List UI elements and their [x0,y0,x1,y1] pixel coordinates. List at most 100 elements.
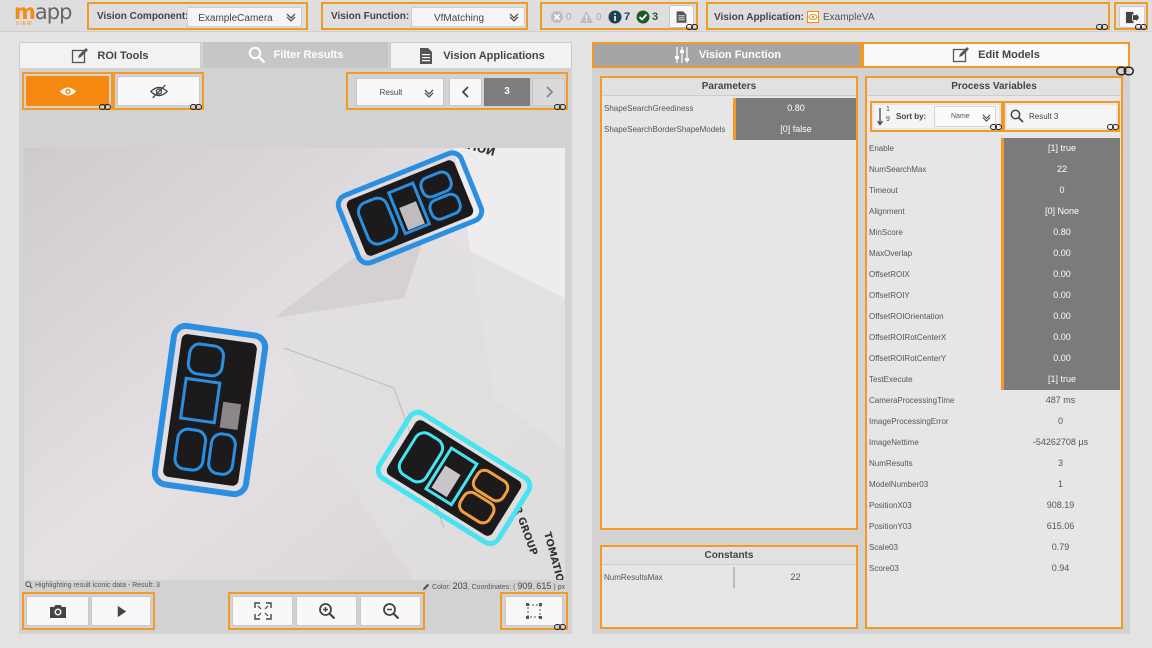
process-variable-name: ImageProcessingError [869,417,949,426]
result-index: 3 [484,78,530,106]
warning-icon[interactable] [579,10,594,24]
process-variable-row: Scale03 0.79 [867,537,1121,558]
process-variable-value[interactable]: 0.00 [1001,348,1120,369]
process-variable-value[interactable]: [1] true [1001,369,1120,390]
selection-icon [526,603,542,619]
process-variable-row: ModelNumber03 1 [867,474,1121,495]
parameter-value[interactable]: 0.80 [733,98,856,119]
filter-value: Result 3 [1029,112,1059,121]
vision-component-value: ExampleCamera [198,13,273,24]
camera-image-view[interactable]: NOITAMOTION R GROUP TOMATION [24,148,565,580]
vision-application-value[interactable]: ExampleVA [823,12,875,23]
vision-component-select[interactable]: ExampleCamera [187,7,302,27]
sort-select[interactable]: Name [934,106,996,127]
logout-group [1114,2,1148,30]
document-icon [676,10,687,23]
result-select[interactable]: Result [356,78,444,106]
error-icon[interactable] [550,10,564,24]
process-variable-value[interactable]: 0 [1001,180,1120,201]
process-variable-name: Scale03 [869,543,898,552]
process-variable-value[interactable]: [1] true [1001,138,1120,159]
process-variable-value: 487 ms [1045,395,1076,405]
process-variable-row: PositionX03 908.19 [867,495,1121,516]
parameter-name: ShapeSearchBorderShapeModels [604,125,726,134]
process-variable-name: PositionY03 [869,522,912,531]
tab-vision-applications[interactable]: Vision Applications [390,42,572,68]
warning-count: 0 [596,12,602,23]
process-variable-value[interactable]: 0.00 [1001,243,1120,264]
link-icon [1096,24,1108,30]
play-icon [117,605,126,617]
result-nav-group: Result 3 [346,72,568,110]
chevron-down-icon [286,13,296,22]
tab-roi-tools[interactable]: ROI Tools [19,42,201,68]
roi-select-button[interactable] [505,596,563,626]
next-result-button[interactable] [532,78,565,106]
tab-filter-results[interactable]: Filter Results [203,42,388,68]
process-variable-value[interactable]: 0.00 [1001,264,1120,285]
info-count: 7 [624,11,631,23]
process-variable-value: 0.79 [1051,542,1070,552]
process-variable-value: 3 [1057,458,1063,468]
link-icon [1107,124,1119,130]
process-variable-name: TestExecute [869,375,913,384]
vision-function-select[interactable]: VfMatching [411,7,525,27]
search-icon [248,46,266,64]
process-variable-row: OffsetROIX 0.00 [867,264,1121,285]
process-variable-row: TestExecute [1] true [867,369,1121,390]
vision-function-group: Vision Function: VfMatching [321,2,528,30]
status-group: 0 0 7 3 [540,2,698,30]
camera-image[interactable]: NOITAMOTION R GROUP TOMATION [24,148,565,580]
vision-function-value: VfMatching [433,13,485,24]
process-variable-row: OffsetROIRotCenterY 0.00 [867,348,1121,369]
chevron-right-icon [545,86,553,98]
tab-edit-models[interactable]: Edit Models [862,42,1134,76]
parameter-name: ShapeSearchGreediness [604,104,694,113]
search-icon [1010,109,1024,123]
vision-application-group: Vision Application: ExampleVA [706,2,1110,30]
process-variable-value[interactable]: [0] None [1001,201,1120,222]
fit-screen-icon [253,602,272,620]
chevron-left-icon [461,86,469,98]
process-variable-value[interactable]: 22 [1001,159,1120,180]
process-variable-value[interactable]: 0.80 [1001,222,1120,243]
info-icon[interactable] [608,10,622,24]
show-overlay-button[interactable] [26,76,109,106]
process-variable-name: Score03 [869,564,899,573]
process-variable-value[interactable]: 0.00 [1001,327,1120,348]
hide-overlay-group [113,72,204,110]
eye-icon [59,86,76,96]
parameter-value[interactable]: [0] false [733,119,856,140]
zoom-out-button[interactable] [360,596,421,626]
pixel-info: Color: 203, Coordinates: ( 909, 615 ) px [422,581,565,591]
process-variable-row: Score03 0.94 [867,558,1121,579]
mapp-logo: mapp VIEW [14,0,72,28]
parameters-section: Parameters ShapeSearchGreediness 0.80 Sh… [600,76,858,530]
process-variables-title: Process Variables [867,78,1121,96]
constant-value: 22 [733,567,856,588]
process-variable-name: CameraProcessingTime [869,396,955,405]
chevron-down-icon [982,114,991,123]
capture-image-button[interactable] [26,596,89,626]
filter-input[interactable]: Result 3 [1007,105,1116,128]
tab-label: Filter Results [273,49,344,61]
process-variable-value[interactable]: 0.00 [1001,285,1120,306]
previous-result-button[interactable] [449,78,482,106]
sort-control[interactable]: 1 9 Sort by: Name [874,105,999,128]
process-variable-row: CameraProcessingTime 487 ms [867,390,1121,411]
process-variable-row: Enable [1] true [867,138,1121,159]
tab-vision-function[interactable]: Vision Function [592,42,862,68]
fit-view-button[interactable] [232,596,293,626]
error-count: 0 [566,12,572,23]
process-variable-name: MinScore [869,228,903,237]
process-variable-name: OffsetROIOrientation [869,312,944,321]
run-button[interactable] [91,596,151,626]
process-variable-value[interactable]: 0.00 [1001,306,1120,327]
zoom-group [228,592,425,630]
status-text: Highlighting result iconic data - Result… [25,581,160,589]
check-icon[interactable] [636,10,650,24]
hide-overlay-button[interactable] [117,76,200,106]
zoom-in-button[interactable] [296,596,357,626]
link-icon [190,104,202,110]
process-variable-name: Alignment [869,207,905,216]
